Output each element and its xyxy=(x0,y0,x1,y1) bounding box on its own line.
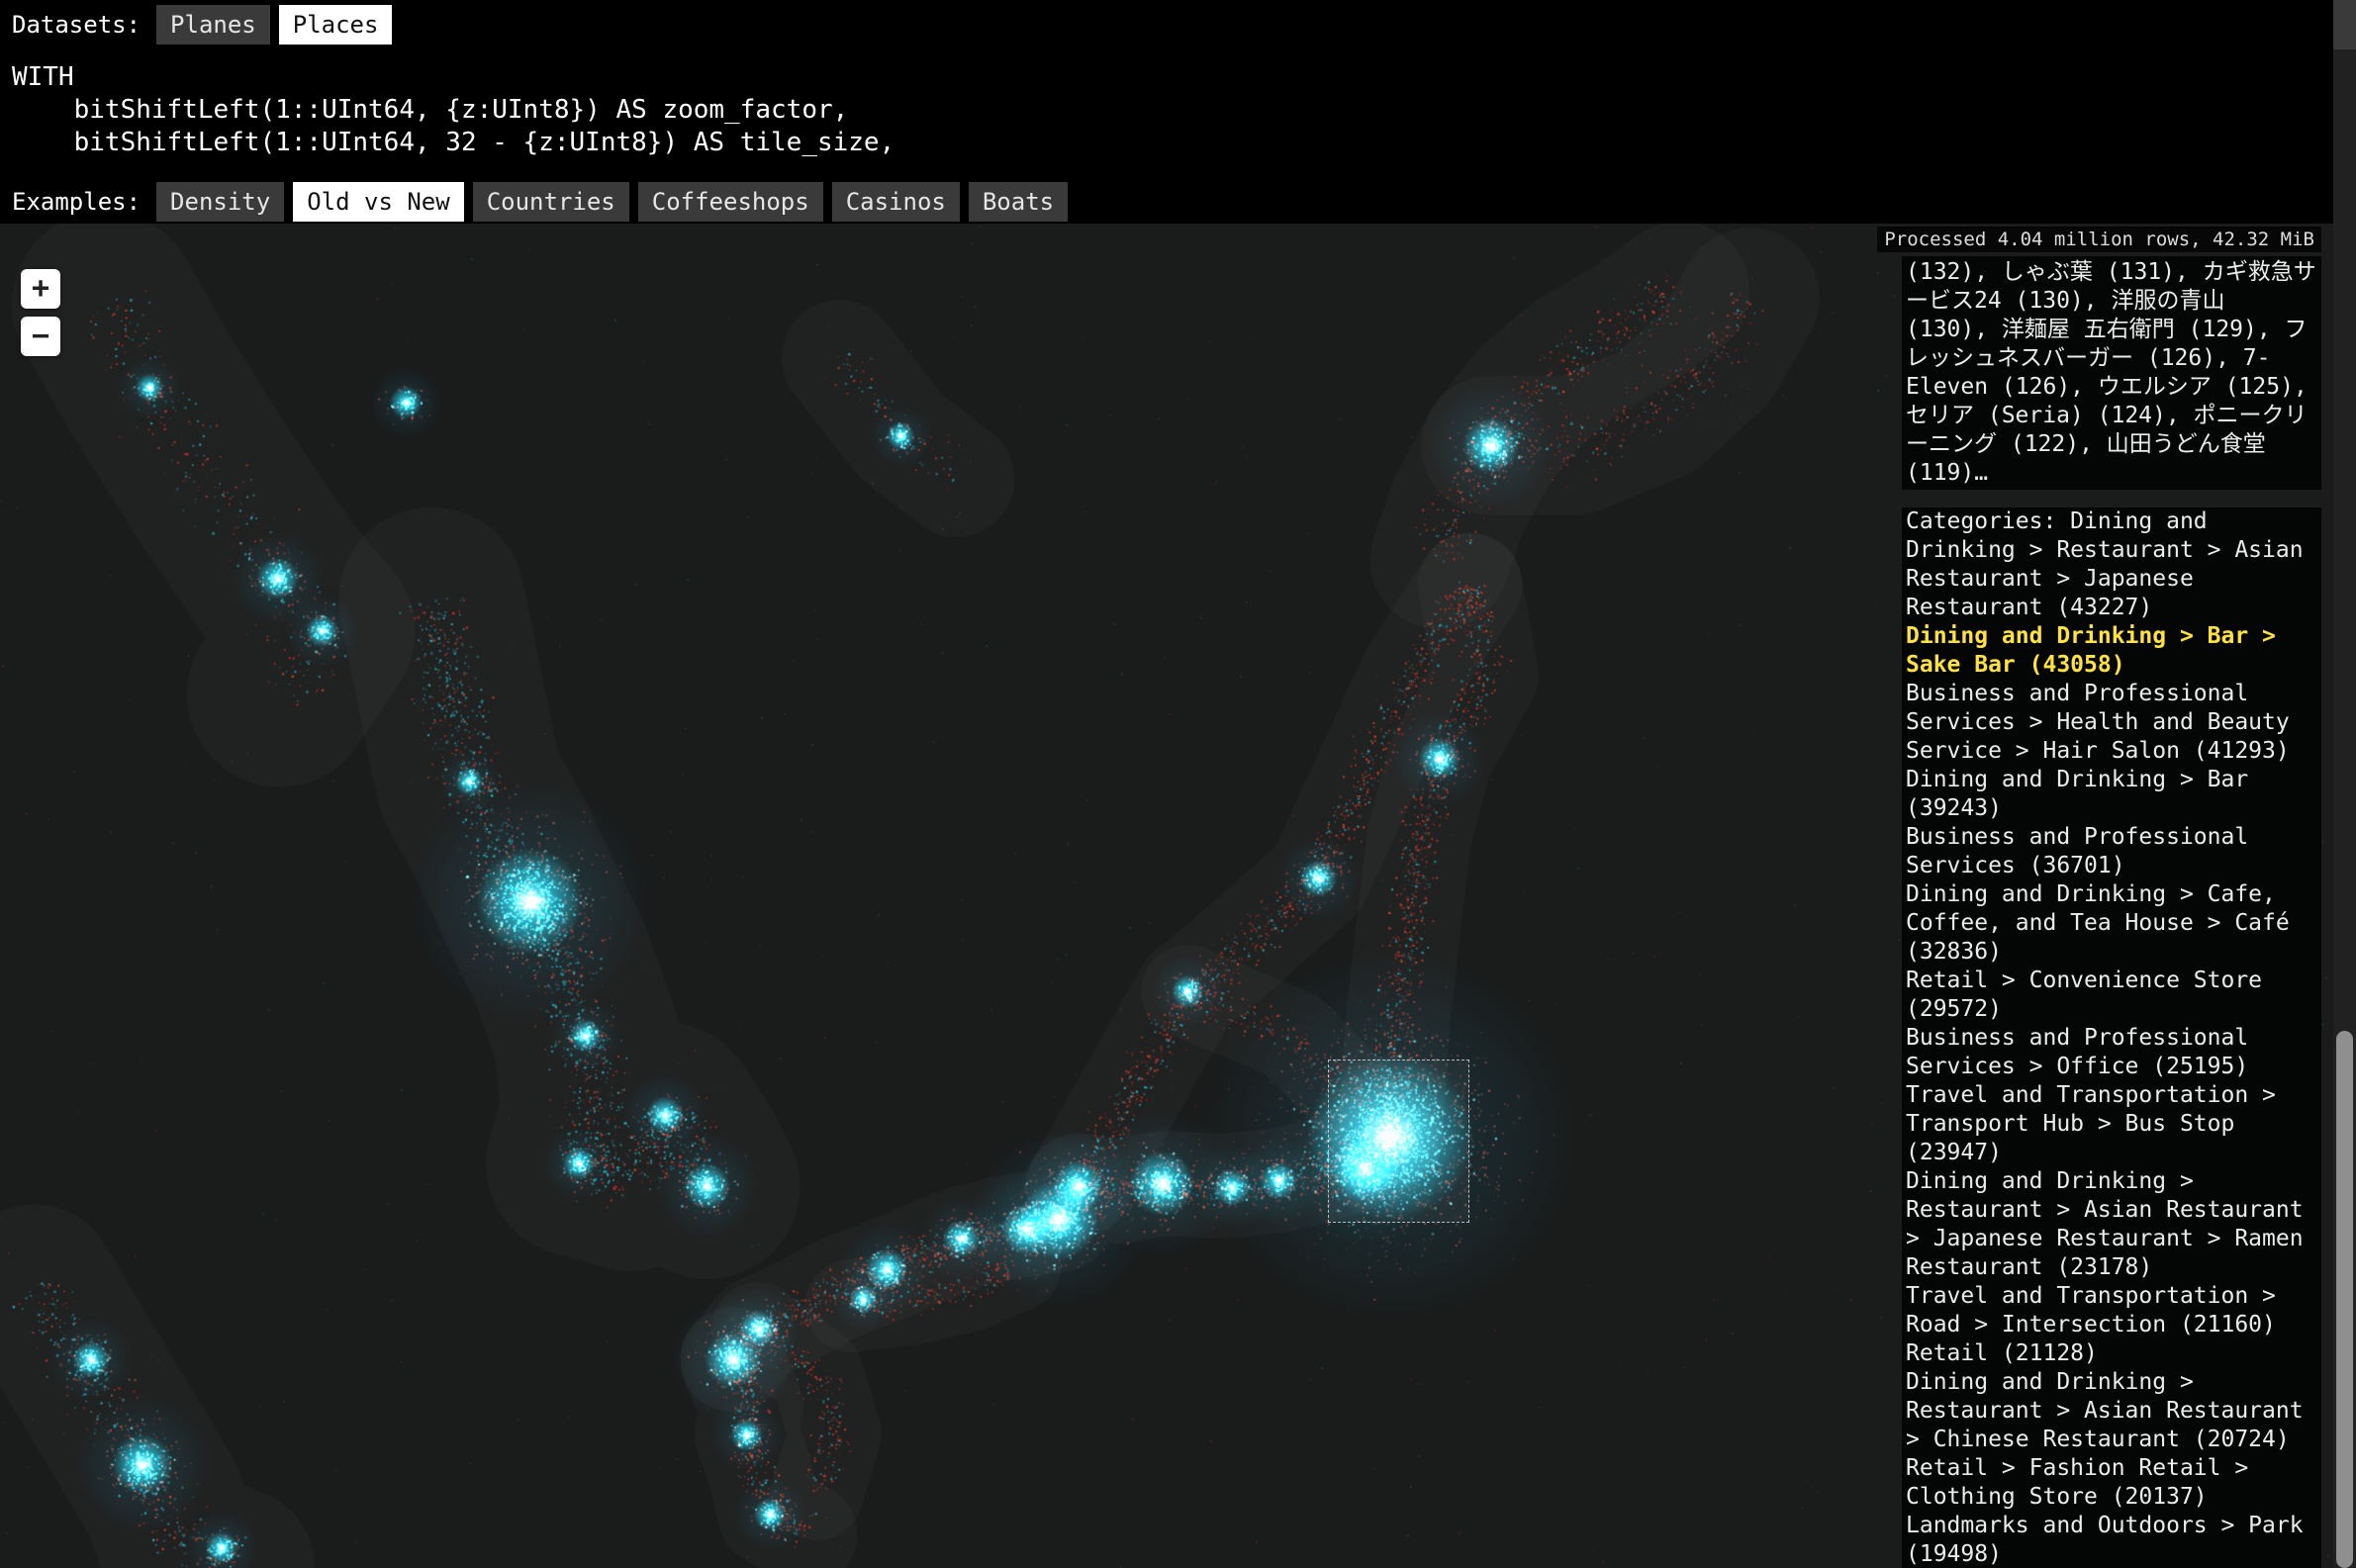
dataset-button-places[interactable]: Places xyxy=(279,5,393,45)
example-button-coffeeshops[interactable]: Coffeeshops xyxy=(638,182,823,222)
example-button-boats[interactable]: Boats xyxy=(969,182,1068,222)
category-item: Travel and Transportation > Road > Inter… xyxy=(1902,1282,2321,1339)
brands-summary: (132), しゃぶ葉 (131), カギ救急サービス24 (130), 洋服の… xyxy=(1902,256,2321,490)
example-button-old-vs-new[interactable]: Old vs New xyxy=(293,182,464,222)
category-item: Dining and Drinking > Restaurant > Asian… xyxy=(1902,1167,2321,1282)
category-item: Retail > Convenience Store (29572) xyxy=(1902,967,2321,1024)
category-item: Categories: Dining and Drinking > Restau… xyxy=(1902,507,2321,622)
map-selection-box[interactable] xyxy=(1328,1060,1469,1223)
category-item: Business and Professional Services (3670… xyxy=(1902,823,2321,880)
examples-bar: Examples: DensityOld vs NewCountriesCoff… xyxy=(0,180,2333,224)
sql-code[interactable]: WITH bitShiftLeft(1::UInt64, {z:UInt8}) … xyxy=(0,49,2333,159)
map-container[interactable]: + − Processed 4.04 million rows, 42.32 M… xyxy=(0,224,2333,1568)
page-scrollbar[interactable] xyxy=(2333,0,2356,1568)
scrollbar-thumb[interactable] xyxy=(2336,1031,2353,1568)
datasets-bar: Datasets: PlanesPlaces xyxy=(0,0,2333,49)
zoom-control: + − xyxy=(21,269,60,356)
category-item: Retail > Fashion Retail > Clothing Store… xyxy=(1902,1454,2321,1512)
category-item: Dining and Drinking > Cafe, Coffee, and … xyxy=(1902,880,2321,967)
scrollbar-top-cap xyxy=(2333,0,2356,49)
category-item: Retail (21128) xyxy=(1902,1339,2321,1368)
datasets-label: Datasets: xyxy=(12,11,141,39)
category-item: Landmarks and Outdoors > Park (19498) xyxy=(1902,1512,2321,1568)
example-button-casinos[interactable]: Casinos xyxy=(832,182,960,222)
datasets-buttons: PlanesPlaces xyxy=(156,5,392,45)
processed-status: Processed 4.04 million rows, 42.32 MiB xyxy=(1877,227,2321,252)
example-button-density[interactable]: Density xyxy=(156,182,284,222)
examples-buttons: DensityOld vs NewCountriesCoffeeshopsCas… xyxy=(156,182,1068,222)
zoom-in-button[interactable]: + xyxy=(21,269,60,309)
category-item: Dining and Drinking > Bar (39243) xyxy=(1902,766,2321,823)
examples-label: Examples: xyxy=(12,188,141,216)
example-button-countries[interactable]: Countries xyxy=(473,182,629,222)
category-item: Travel and Transportation > Transport Hu… xyxy=(1902,1081,2321,1167)
categories-list: Categories: Dining and Drinking > Restau… xyxy=(1902,507,2321,1568)
dataset-button-planes[interactable]: Planes xyxy=(156,5,270,45)
results-panel: (132), しゃぶ葉 (131), カギ救急サービス24 (130), 洋服の… xyxy=(1902,256,2321,1568)
category-item: Business and Professional Services > Off… xyxy=(1902,1024,2321,1081)
zoom-out-button[interactable]: − xyxy=(21,317,60,356)
category-item: Dining and Drinking > Restaurant > Asian… xyxy=(1902,1368,2321,1454)
sql-editor[interactable]: WITH bitShiftLeft(1::UInt64, {z:UInt8}) … xyxy=(0,49,2333,180)
category-item: Business and Professional Services > Hea… xyxy=(1902,680,2321,766)
category-item-highlighted: Dining and Drinking > Bar > Sake Bar (43… xyxy=(1902,622,2321,680)
